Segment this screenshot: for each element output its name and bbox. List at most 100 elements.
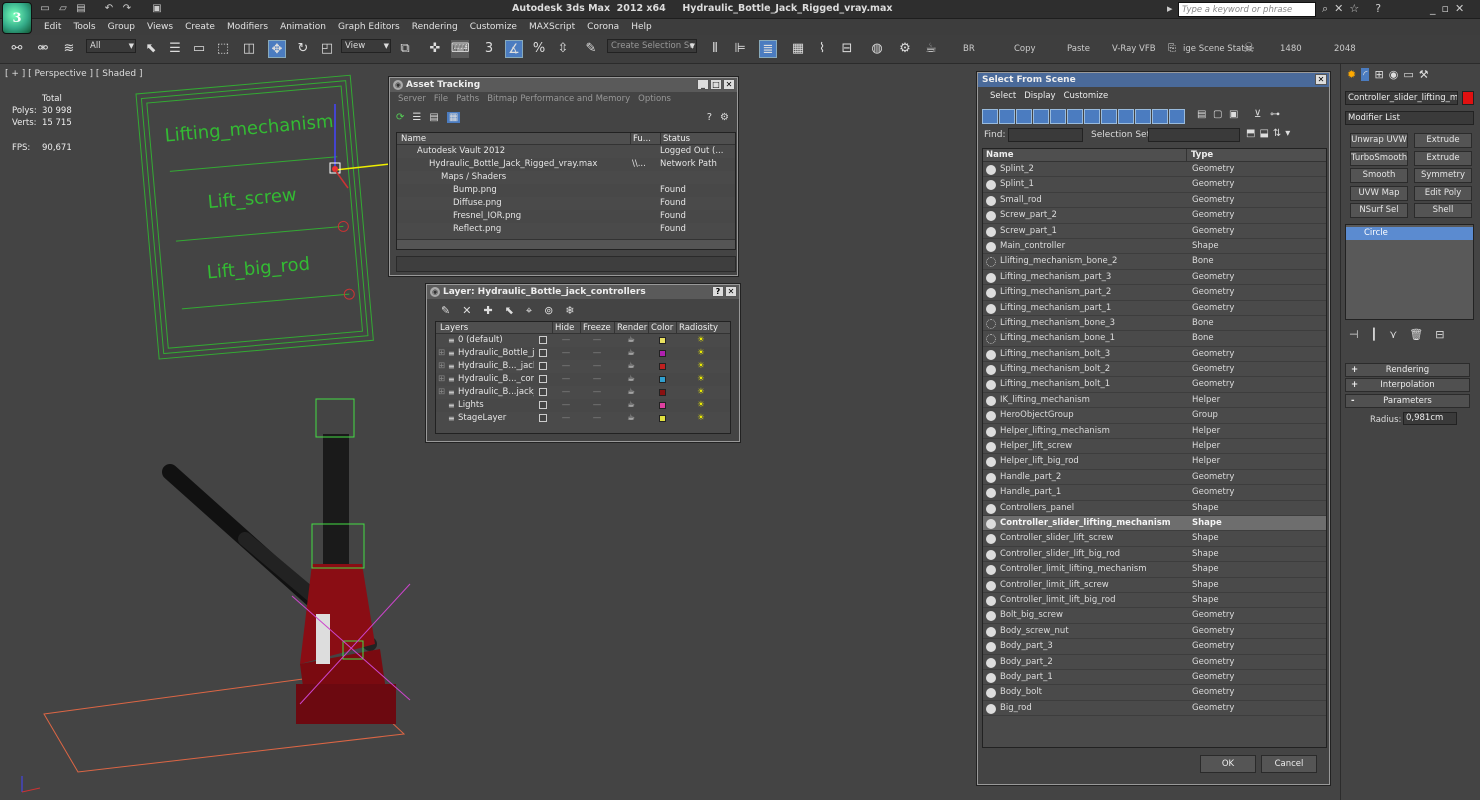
radius-spinner[interactable]: 0,981cm [1403, 412, 1457, 425]
minimize-button[interactable]: _ [697, 79, 709, 90]
menu-create[interactable]: Create [179, 19, 221, 35]
radiosity-icon[interactable]: ☀ [676, 360, 726, 373]
favorites-star-icon[interactable]: ☆ [1349, 2, 1359, 16]
asset-menu-server[interactable]: Server [394, 92, 430, 106]
column-status[interactable]: Status [660, 133, 726, 144]
display-xrefs-icon[interactable] [1101, 109, 1117, 124]
layer-row[interactable]: ≡ 0 (default) — — ☕ ☀ [436, 334, 730, 347]
current-layer-toggle[interactable] [534, 399, 552, 412]
cancel-button[interactable]: Cancel [1261, 755, 1317, 773]
expand-icon[interactable] [436, 412, 448, 425]
hierarchy-icon[interactable]: ⊶ [1270, 109, 1285, 124]
maximize-button[interactable]: □ [710, 79, 722, 90]
modifier-button-uvw-map[interactable]: UVW Map [1350, 185, 1408, 201]
bind-space-warp-icon[interactable]: ≋ [60, 40, 78, 58]
layer-color-swatch[interactable] [648, 347, 676, 360]
menu-corona[interactable]: Corona [581, 19, 625, 35]
modifier-button-edit-poly[interactable]: Edit Poly [1414, 185, 1472, 201]
settings-icon[interactable]: ⚙ [720, 112, 729, 123]
render-teapot-icon[interactable]: ☕ [614, 347, 648, 360]
display-containers-icon[interactable] [1135, 109, 1151, 124]
freeze-toggle[interactable]: — [580, 373, 614, 386]
select-in-layer-icon[interactable]: ⬉ [505, 304, 514, 318]
percent-snap-icon[interactable]: % [530, 40, 548, 58]
spinner-snap-icon[interactable]: ⇳ [554, 40, 572, 58]
menu-views[interactable]: Views [141, 19, 179, 35]
select-move-icon[interactable]: ✥ [268, 40, 286, 58]
close-icon[interactable]: ✕ [1455, 2, 1464, 15]
display-frozen-icon[interactable] [1152, 109, 1168, 124]
render-setup-icon[interactable]: ⚙ [896, 40, 914, 58]
menu-group[interactable]: Group [102, 19, 141, 35]
freeze-toggle[interactable]: — [580, 399, 614, 412]
scene-object-row[interactable]: Llifting_mechanism_bone_2 Bone [983, 254, 1326, 270]
layer-row[interactable]: ≡ Lights — — ☕ ☀ [436, 399, 730, 412]
scene-object-row[interactable]: Main_controller Shape [983, 239, 1326, 255]
select-scale-icon[interactable]: ◰ [318, 40, 336, 58]
help-icon[interactable]: ? [1375, 2, 1381, 16]
layer-row[interactable]: ≡ StageLayer — — ☕ ☀ [436, 412, 730, 425]
column-name[interactable]: Name [397, 133, 630, 144]
scene-object-row[interactable]: Helper_lifting_mechanism Helper [983, 424, 1326, 440]
asset-row[interactable]: Autodesk Vault 2012 Logged Out (... [397, 145, 735, 158]
rollout-parameters[interactable]: - Parameters [1345, 394, 1470, 408]
freeze-toggle[interactable]: — [580, 386, 614, 399]
new-file-icon[interactable]: ▭ [38, 3, 52, 15]
selection-filter-dropdown[interactable]: All [86, 39, 136, 53]
display-helpers-icon[interactable] [1050, 109, 1066, 124]
column-layers[interactable]: Layers [436, 322, 534, 333]
radiosity-icon[interactable]: ☀ [676, 373, 726, 386]
scene-object-row[interactable]: Handle_part_2 Geometry [983, 470, 1326, 486]
select-manipulate-icon[interactable]: ✜ [426, 40, 444, 58]
scene-object-row[interactable]: Controllers_panel Shape [983, 501, 1326, 516]
close-button[interactable]: ✕ [725, 286, 737, 297]
motion-tab-icon[interactable]: ◉ [1389, 68, 1399, 81]
sort-icon[interactable]: ⇅ [1273, 128, 1281, 139]
scene-object-row[interactable]: Small_rod Geometry [983, 193, 1326, 209]
show-end-result-icon[interactable]: ┃ [1371, 328, 1378, 341]
select-all-icon[interactable]: ▤ [1197, 109, 1212, 124]
open-file-icon[interactable]: ▱ [56, 3, 70, 15]
menu-modifiers[interactable]: Modifiers [221, 19, 274, 35]
restore-icon[interactable]: ▫ [1442, 2, 1449, 15]
help-button[interactable]: ? [712, 286, 724, 297]
display-hidden-icon[interactable] [1169, 109, 1185, 124]
filter-icon[interactable]: ⊻ [1254, 109, 1269, 124]
create-layer-icon[interactable]: ✎ [441, 304, 450, 318]
minimize-icon[interactable]: _ [1430, 2, 1436, 15]
options-dropdown-icon[interactable]: ▾ [1285, 128, 1290, 139]
scene-object-row[interactable]: Body_part_1 Geometry [983, 670, 1326, 686]
scene-object-row[interactable]: Controller_slider_lift_screw Shape [983, 531, 1326, 547]
asset-row[interactable]: Maps / Shaders [397, 171, 735, 184]
add-to-layer-icon[interactable]: ✚ [483, 304, 492, 318]
scene-object-row[interactable]: Lifting_mechanism_bone_3 Bone [983, 316, 1326, 332]
keyboard-shortcut-icon[interactable]: ⌨ [451, 40, 470, 58]
asset-row[interactable]: Fresnel_IOR.png Found [397, 210, 735, 223]
column-full-path[interactable]: Fu... [630, 133, 660, 144]
scene-object-row[interactable]: Lifting_mechanism_part_3 Geometry [983, 270, 1326, 286]
scene-object-row[interactable]: IK_lifting_mechanism Helper [983, 393, 1326, 409]
toolbar-vray-vfb-label[interactable]: V-Ray VFB [1112, 44, 1156, 54]
select-object-icon[interactable]: ⬉ [142, 40, 160, 58]
object-name-field[interactable]: Controller_slider_lifting_mech [1345, 91, 1458, 105]
help-icon[interactable]: ? [707, 112, 712, 123]
thumbnails-icon[interactable]: ▤ [429, 112, 438, 123]
column-hide[interactable]: Hide [552, 322, 580, 333]
modify-tab-icon[interactable]: ◜ [1361, 68, 1370, 81]
modifier-button-extrude[interactable]: Extrude [1414, 133, 1472, 148]
asset-menu-paths[interactable]: Paths [452, 92, 483, 106]
layer-row[interactable]: ⊞ ≡ Hydraulic_B..._cont — — ☕ ☀ [436, 373, 730, 386]
modifier-button-unwrap-uvw[interactable]: Unwrap UVW [1350, 133, 1408, 148]
scene-object-row[interactable]: Body_bolt Geometry [983, 685, 1326, 701]
layer-color-swatch[interactable] [648, 373, 676, 386]
menu-graph-editors[interactable]: Graph Editors [332, 19, 406, 35]
close-button[interactable]: ✕ [1315, 74, 1327, 85]
radiosity-icon[interactable]: ☀ [676, 399, 726, 412]
snaps-toggle-icon[interactable]: 3 [480, 40, 498, 58]
toolbar-br-label[interactable]: BR [963, 44, 975, 54]
scene-object-row[interactable]: Helper_lift_big_rod Helper [983, 454, 1326, 470]
scene-object-row[interactable]: Splint_1 Geometry [983, 177, 1326, 193]
menu-tools[interactable]: Tools [67, 19, 101, 35]
pin-stack-icon[interactable]: ⊣ [1349, 328, 1359, 341]
refresh-icon[interactable]: ⟳ [396, 112, 404, 123]
